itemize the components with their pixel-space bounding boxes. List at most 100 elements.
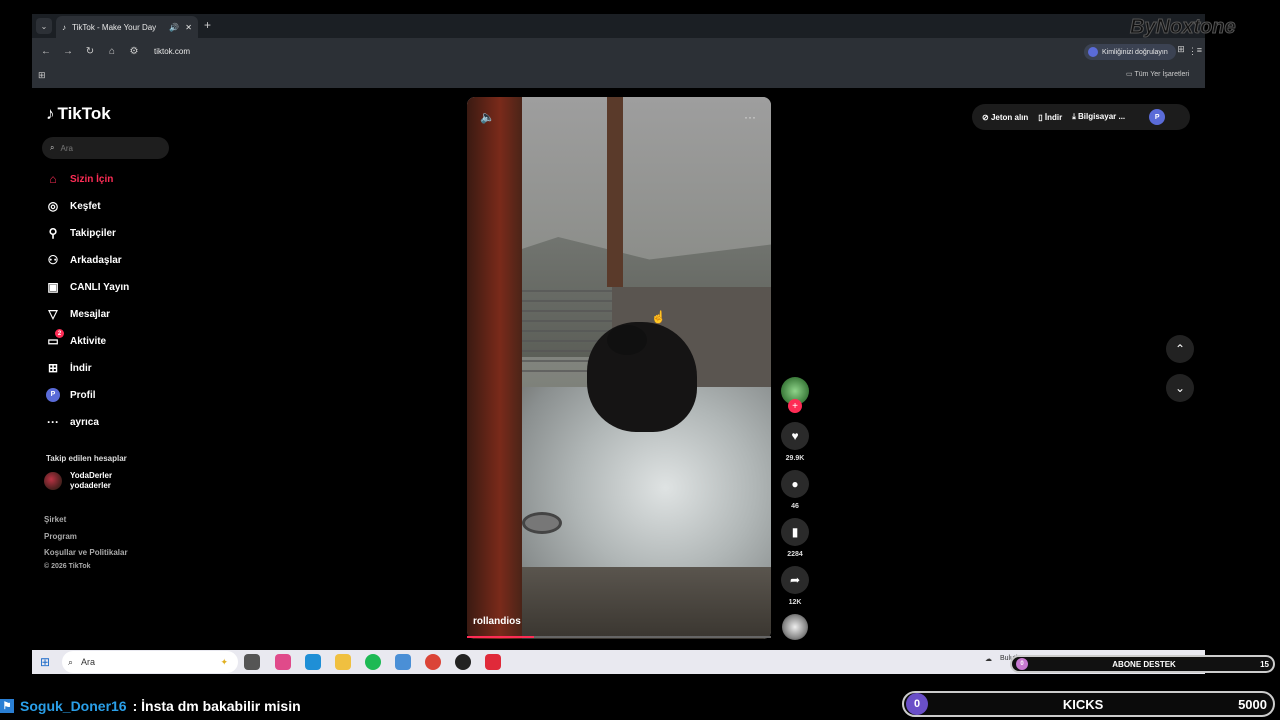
following-header: Takip edilen hesaplar (46, 454, 127, 463)
footer-terms[interactable]: Koşullar ve Politikalar (44, 548, 128, 557)
app-icon[interactable] (395, 654, 411, 670)
browser-toolbar: ← → ↻ ⌂ ⚙ tiktok.com (32, 38, 1205, 64)
nav-more[interactable]: ··· ayrıca (46, 415, 99, 429)
reload-icon[interactable]: ↻ (84, 46, 96, 57)
previous-video-button[interactable]: ⌃ (1166, 335, 1194, 363)
search-icon: ⌕ (68, 656, 74, 667)
profile-icon: P (46, 388, 60, 402)
user-plus-icon: ⚲ (48, 226, 58, 240)
windows-start-icon[interactable]: ⊞ (40, 655, 50, 669)
like-button[interactable]: ♥ (781, 422, 809, 450)
file-explorer-icon[interactable] (335, 654, 351, 670)
nav-profile[interactable]: P Profil (46, 388, 96, 402)
follow-plus-icon[interactable]: + (788, 399, 802, 413)
save-button[interactable]: ▮ (781, 518, 809, 546)
all-bookmarks-button[interactable]: ▭ Tüm Yer İşaretleri (1126, 70, 1189, 78)
share-button[interactable]: ➦ (781, 566, 809, 594)
footer-company[interactable]: Şirket (44, 515, 66, 524)
nav-for-you[interactable]: ⌂ Sizin İçin (46, 172, 113, 186)
tiktok-favicon-icon: ♪ (62, 22, 66, 32)
nav-label: ayrıca (70, 416, 99, 428)
nav-label: Mesajlar (70, 308, 111, 320)
chat-username: Soguk_Doner16 (20, 698, 127, 714)
nav-following[interactable]: ⚲ Takipçiler (46, 226, 116, 240)
app-red-icon[interactable] (485, 654, 501, 670)
nav-label: Profil (70, 389, 96, 401)
subscriber-count: 0 (1016, 658, 1028, 670)
video-post (607, 97, 623, 287)
share-count: 12K (788, 599, 802, 606)
profile-avatar (1088, 47, 1098, 57)
all-bookmarks-label: Tüm Yer İşaretleri (1134, 71, 1190, 78)
nav-messages[interactable]: ▽ Mesajlar (46, 307, 110, 321)
message-icon: ▽ (48, 307, 58, 321)
video-player[interactable] (467, 97, 771, 639)
video-tub-jet (522, 512, 562, 534)
copilot-icon[interactable] (275, 654, 291, 670)
video-bear-head (607, 325, 647, 355)
new-tab-button[interactable]: + (204, 18, 211, 32)
comment-count: 46 (791, 503, 799, 510)
kicks-label: KICKS (1062, 696, 1104, 712)
chat-badge-icon: ⚑ (0, 699, 14, 713)
back-icon[interactable]: ← (40, 46, 52, 57)
taskbar-search[interactable]: ⌕ Ara ✦ (62, 651, 238, 673)
followed-account[interactable]: YodaDerler yodaderler (44, 471, 112, 491)
tab-list-icon[interactable]: ≡ (1197, 45, 1202, 55)
chrome-icon[interactable] (425, 654, 441, 670)
coins-label: Jeton alın (990, 112, 1029, 122)
activity-badge: 2 (55, 329, 64, 338)
nav-friends[interactable]: ⚇ Arkadaşlar (46, 253, 122, 267)
bynoxtone-logo: ByNoxtone (1130, 16, 1237, 39)
video-progress-fill (467, 636, 534, 638)
nav-download[interactable]: ⊞ İndir (46, 361, 92, 375)
music-disc-icon[interactable] (782, 614, 808, 640)
tiktok-logo[interactable]: ♪ TikTok (46, 104, 111, 124)
more-icon: ··· (47, 415, 59, 429)
nav-explore[interactable]: ◎ Keşfet (46, 199, 101, 213)
nav-label: Sizin İçin (70, 173, 114, 185)
mouse-cursor-icon: ☝ (651, 310, 666, 324)
apps-grid-icon[interactable]: ⊞ (38, 70, 46, 81)
obs-icon[interactable] (455, 654, 471, 670)
home-icon[interactable]: ⌂ (106, 46, 118, 57)
nav-activity[interactable]: ▭ 2 Aktivite (46, 329, 106, 348)
save-count: 2284 (787, 551, 803, 558)
download-app-button[interactable]: ▯ İndir (1038, 113, 1062, 122)
comment-icon: ● (791, 477, 799, 491)
download-label: İndir (1044, 112, 1063, 122)
forward-icon[interactable]: → (62, 46, 74, 57)
browser-tab[interactable]: ♪ TikTok - Make Your Day 🔊 ✕ (56, 16, 198, 38)
address-bar[interactable]: tiktok.com (154, 47, 190, 56)
more-options-icon[interactable]: ··· (744, 110, 756, 124)
next-video-button[interactable]: ⌄ (1166, 374, 1194, 402)
site-info-icon[interactable]: ⚙ (128, 46, 140, 57)
friends-icon: ⚇ (47, 253, 59, 267)
spotify-icon[interactable] (365, 654, 381, 670)
chevron-down-icon: ⌄ (1174, 381, 1186, 395)
extensions-icon[interactable]: ⊞ (1177, 44, 1185, 55)
live-icon: ▣ (47, 280, 59, 294)
nav-live[interactable]: ▣ CANLI Yayın (46, 280, 129, 294)
volume-icon[interactable]: 🔈 (480, 110, 495, 124)
verify-identity-button[interactable]: Kimliğinizi doğrulayın (1084, 44, 1176, 60)
desktop-app-button[interactable]: ⤓ Bilgisayar ... (1072, 112, 1125, 122)
verify-label: Kimliğinizi doğrulayın (1102, 48, 1168, 56)
search-input[interactable]: ⌕ Ara (42, 137, 169, 159)
task-view-icon[interactable] (244, 654, 260, 670)
footer-program[interactable]: Program (44, 532, 77, 541)
comment-button[interactable]: ● (781, 470, 809, 498)
chat-text: : İnsta dm bakabilir misin (132, 698, 301, 714)
top-right-bar: ⊘ Jeton alın ▯ İndir ⤓ Bilgisayar ... P (972, 104, 1190, 130)
kicks-goal-bar: 0 KICKS 5000 (902, 691, 1275, 717)
get-coins-button[interactable]: ⊘ Jeton alın (982, 113, 1028, 122)
tab-search-button[interactable]: ⌄ (36, 18, 52, 34)
profile-avatar-button[interactable]: P (1149, 109, 1166, 125)
edge-icon[interactable] (305, 654, 321, 670)
browser-menu-icon[interactable]: ⋮ (1188, 46, 1197, 57)
kicks-count: 0 (906, 693, 928, 715)
close-tab-icon[interactable]: ✕ (185, 23, 192, 32)
like-count: 29.9K (785, 455, 805, 462)
followed-name: YodaDerler (70, 471, 113, 480)
video-username[interactable]: rollandios (473, 616, 521, 627)
